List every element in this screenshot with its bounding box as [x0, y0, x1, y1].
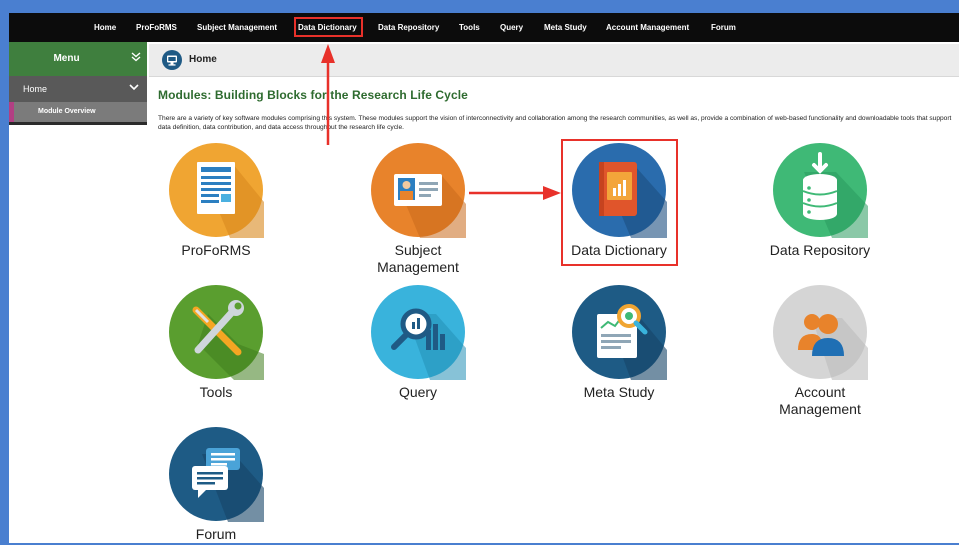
annotation-arrow-right: [469, 186, 561, 200]
annotation-arrows: [321, 44, 561, 200]
app-window: Home ProFoRMS Subject Management Data Di…: [9, 13, 959, 543]
annotation-arrow-up: [321, 44, 335, 145]
